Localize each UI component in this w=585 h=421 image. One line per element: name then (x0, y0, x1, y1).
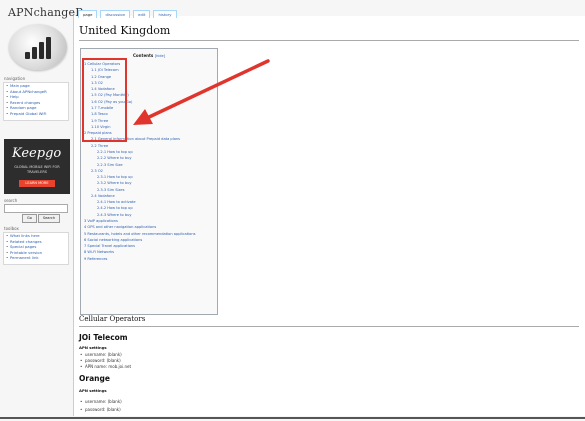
highlight-box (82, 58, 127, 142)
navigation-box: Main page About APNchangeR Help Recent c… (3, 82, 69, 121)
bottom-border (0, 417, 585, 419)
apn-setting-item: APN name: mob.joi.net (80, 364, 131, 369)
operator-name: Orange (79, 374, 110, 383)
sidebar: APNchangeR navigation Main page About AP… (0, 0, 84, 421)
section-divider (79, 326, 579, 327)
tab-history[interactable]: history (153, 10, 177, 18)
signal-bar-2 (32, 47, 37, 59)
ad-tagline: GLOBAL MOBILE WIFI FOR TRAVELERS (14, 165, 60, 174)
tab-page[interactable]: page (78, 10, 98, 18)
keepgo-ad-banner[interactable]: Keepgo GLOBAL MOBILE WIFI FOR TRAVELERS … (4, 139, 70, 194)
apn-setting-item: password: (blank) (80, 358, 121, 363)
page-tabs: page discussion edit history (78, 10, 177, 18)
toc-item[interactable]: 9 References (81, 256, 217, 262)
apn-settings-label: APN settings (79, 345, 107, 350)
navigation-heading: navigation (4, 76, 26, 81)
nav-item-prepaid-wifi[interactable]: Prepaid Global WiFi (4, 111, 68, 117)
signal-bar-3 (39, 42, 44, 59)
go-button[interactable]: Go (22, 214, 37, 223)
apn-setting-item: username: (blank) (80, 352, 122, 357)
site-logo-icon[interactable] (9, 24, 67, 70)
toolbox-permanent-link[interactable]: Permanent link (4, 255, 68, 261)
title-divider (79, 40, 579, 41)
tab-edit[interactable]: edit (133, 10, 151, 18)
apn-settings-label: APN settings (79, 388, 107, 393)
toolbox-box: What links here Related changes Special … (3, 232, 69, 265)
apn-setting-item: username: (blank) (80, 399, 122, 404)
signal-bar-4 (46, 37, 51, 59)
operator-name: JOi Telecom (79, 333, 128, 342)
toolbox-heading: toolbox (4, 226, 19, 231)
ad-brand: Keepgo (12, 146, 62, 161)
search-input[interactable] (4, 204, 68, 213)
page-title: United Kingdom (79, 24, 171, 37)
signal-bar-1 (25, 52, 30, 59)
tab-discussion[interactable]: discussion (100, 10, 131, 18)
search-button[interactable]: Search (38, 214, 60, 223)
section-heading: Cellular Operators (79, 315, 146, 323)
apn-setting-item: password: (blank) (80, 407, 121, 412)
annotation-arrow-icon (133, 59, 270, 125)
browser-frame: APNchangeR navigation Main page About AP… (0, 0, 585, 421)
search-heading: search (4, 198, 18, 203)
ad-learn-more-button[interactable]: LEARN MORE (19, 180, 55, 187)
